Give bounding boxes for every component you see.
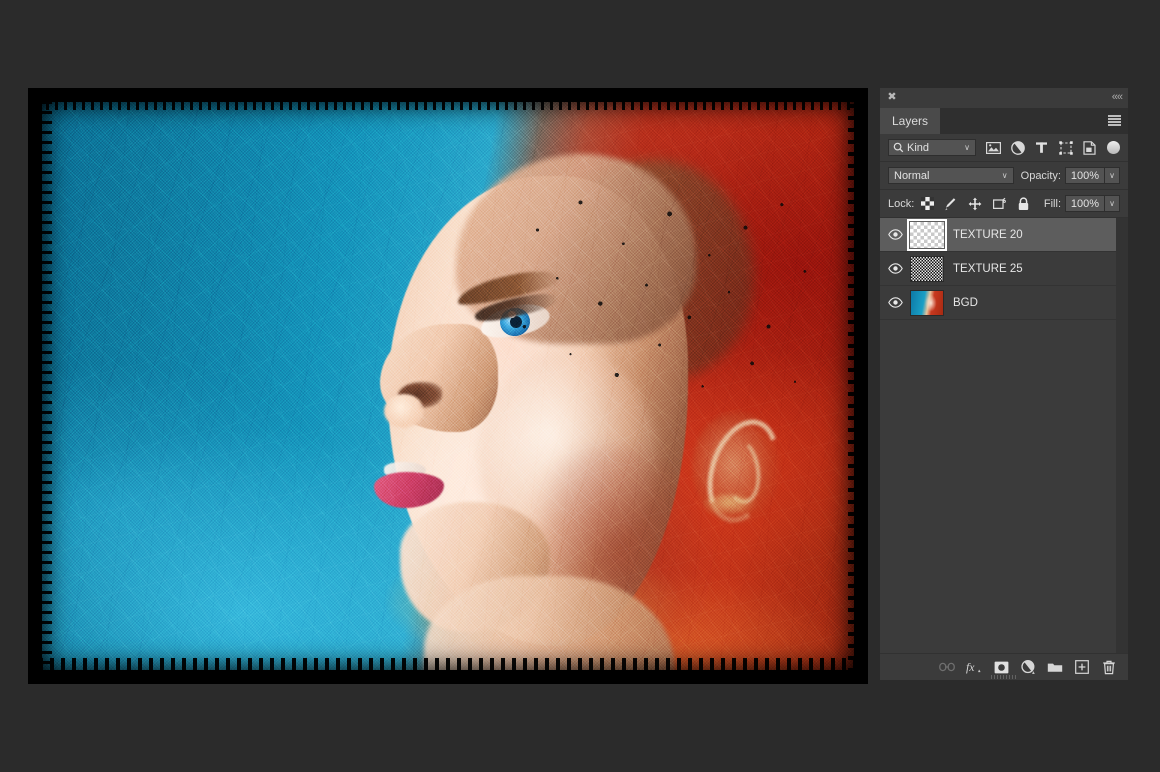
filter-pixel-layers-icon[interactable] bbox=[986, 140, 1001, 155]
opacity-stepper[interactable]: ∨ bbox=[1105, 167, 1120, 184]
filter-kind-label: Kind bbox=[907, 142, 929, 154]
panel-tabbar: Layers bbox=[880, 108, 1128, 134]
opacity-value: 100% bbox=[1071, 170, 1099, 182]
panel-titlebar: ✖ «« bbox=[880, 88, 1128, 108]
layer-thumbnail[interactable] bbox=[910, 290, 944, 316]
layer-thumbnail[interactable] bbox=[910, 222, 944, 248]
photoshop-window: ✖ «« Layers Kind ∨ bbox=[0, 0, 1160, 772]
dispersion-speckle-top bbox=[498, 184, 828, 414]
table-row[interactable]: BGD bbox=[880, 286, 1128, 320]
lock-buttons bbox=[920, 197, 1030, 211]
lock-label: Lock: bbox=[888, 198, 914, 210]
new-layer-button[interactable] bbox=[1074, 659, 1090, 675]
eye-icon bbox=[888, 263, 903, 274]
filter-smart-objects-icon[interactable] bbox=[1082, 140, 1097, 155]
fill-value: 100% bbox=[1071, 198, 1099, 210]
lock-image-pixels-icon[interactable] bbox=[944, 197, 958, 211]
layer-list[interactable]: TEXTURE 20 TEXTURE 25 bbox=[880, 218, 1128, 653]
layer-style-fx-button[interactable]: fx bbox=[966, 659, 982, 675]
blend-mode-select[interactable]: Normal ∨ bbox=[888, 167, 1014, 184]
layer-visibility-toggle[interactable] bbox=[880, 297, 910, 308]
opacity-input[interactable]: 100% bbox=[1065, 167, 1105, 184]
filter-enable-toggle[interactable] bbox=[1107, 141, 1120, 154]
filter-adjustment-layers-icon[interactable] bbox=[1010, 140, 1025, 155]
search-icon bbox=[893, 142, 904, 153]
delete-layer-button[interactable] bbox=[1101, 659, 1117, 675]
fill-stepper[interactable]: ∨ bbox=[1105, 195, 1120, 212]
panel-menu-icon[interactable] bbox=[1108, 115, 1121, 126]
link-layers-button[interactable] bbox=[939, 659, 955, 675]
layer-name: TEXTURE 20 bbox=[953, 229, 1023, 241]
layer-thumbnail[interactable] bbox=[910, 256, 944, 282]
chevron-down-icon: ∨ bbox=[997, 171, 1013, 180]
layer-visibility-toggle[interactable] bbox=[880, 229, 910, 240]
eye-icon bbox=[888, 297, 903, 308]
tab-layers[interactable]: Layers bbox=[880, 108, 940, 134]
panel-resize-grip[interactable] bbox=[991, 675, 1017, 679]
fill-input[interactable]: 100% bbox=[1065, 195, 1105, 212]
layer-name: TEXTURE 25 bbox=[953, 263, 1023, 275]
filter-shape-layers-icon[interactable] bbox=[1058, 140, 1073, 155]
new-adjustment-layer-button[interactable] bbox=[1020, 659, 1036, 675]
filter-kind-select[interactable]: Kind ∨ bbox=[888, 139, 976, 156]
filter-type-layers-icon[interactable] bbox=[1034, 140, 1049, 155]
eye-icon bbox=[888, 229, 903, 240]
dispersion-speckle-bottom bbox=[458, 648, 868, 684]
lock-transparent-pixels-icon[interactable] bbox=[920, 197, 934, 211]
table-row[interactable]: TEXTURE 25 bbox=[880, 252, 1128, 286]
lock-all-icon[interactable] bbox=[1016, 197, 1030, 211]
blend-mode-value: Normal bbox=[894, 170, 929, 182]
svg-text:fx: fx bbox=[966, 661, 975, 674]
new-group-button[interactable] bbox=[1047, 659, 1063, 675]
layers-panel-footer: fx bbox=[880, 653, 1128, 680]
lock-position-icon[interactable] bbox=[968, 197, 982, 211]
layer-visibility-toggle[interactable] bbox=[880, 263, 910, 274]
tab-layers-label: Layers bbox=[892, 114, 928, 128]
opacity-label: Opacity: bbox=[1021, 170, 1061, 182]
chevron-down-icon: ∨ bbox=[959, 143, 975, 152]
fill-label: Fill: bbox=[1044, 198, 1061, 210]
chevron-down-icon: ∨ bbox=[1109, 199, 1115, 208]
close-icon[interactable]: ✖ bbox=[886, 91, 898, 103]
blend-bar: Normal ∨ Opacity: 100% ∨ bbox=[880, 162, 1128, 190]
layer-name: BGD bbox=[953, 297, 978, 309]
filter-bar: Kind ∨ bbox=[880, 134, 1128, 162]
layer-list-scrollbar[interactable] bbox=[1116, 218, 1128, 653]
layers-panel: ✖ «« Layers Kind ∨ bbox=[880, 88, 1128, 680]
chevron-down-icon: ∨ bbox=[1109, 171, 1115, 180]
table-row[interactable]: TEXTURE 20 bbox=[880, 218, 1128, 252]
lock-artboard-nesting-icon[interactable] bbox=[992, 197, 1006, 211]
lock-bar: Lock: bbox=[880, 190, 1128, 218]
filter-type-buttons bbox=[986, 140, 1097, 155]
document-canvas[interactable] bbox=[28, 88, 868, 684]
add-layer-mask-button[interactable] bbox=[993, 659, 1009, 675]
collapse-panel-icon[interactable]: «« bbox=[1112, 91, 1122, 103]
